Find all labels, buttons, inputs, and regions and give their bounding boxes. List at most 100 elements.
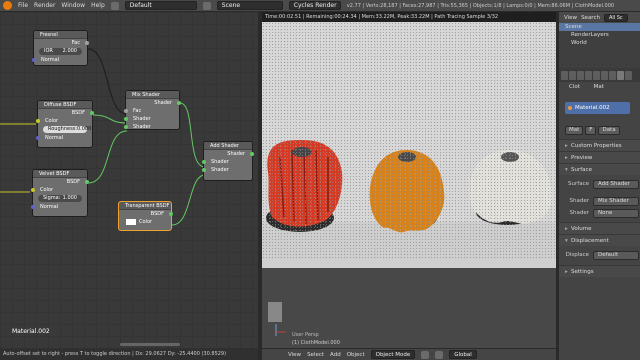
outliner-menu-view[interactable]: View (564, 15, 577, 21)
menu-render[interactable]: Render (34, 2, 55, 9)
viewport-menu-add[interactable]: Add (330, 352, 341, 358)
panel-preview[interactable]: ▸ Preview (559, 151, 640, 163)
velvet-normal-input[interactable]: Normal (31, 203, 87, 211)
panel-settings[interactable]: ▸ Settings (559, 265, 640, 277)
add-shader-node[interactable]: Add Shader Shader Shader Shader (202, 141, 254, 181)
normal-input-socket[interactable] (32, 58, 36, 62)
viewport-menu-select[interactable]: Select (307, 352, 324, 358)
transform-gizmo[interactable] (266, 302, 286, 336)
diffuse-normal-input[interactable]: Normal (36, 134, 92, 142)
shader2-dropdown[interactable]: None (593, 208, 639, 218)
fresnel-fac-output[interactable]: Fac (34, 39, 89, 47)
menu-window[interactable]: Window (61, 2, 85, 9)
surface-dropdown[interactable]: Add Shader (593, 179, 639, 189)
bsdf-output-socket[interactable] (85, 180, 89, 184)
fresnel-normal-input[interactable]: Normal (32, 56, 87, 64)
roughness-field[interactable]: Roughness: 0.000 (43, 126, 91, 133)
velvet-bsdf-output[interactable]: BSDF (33, 178, 89, 186)
node-editor[interactable]: Fresnel Fac IOR 2.000 Normal Diffuse BSDF… (0, 12, 258, 348)
shader-input-socket[interactable] (202, 160, 206, 164)
menu-file[interactable]: File (18, 2, 28, 9)
mix-shader2-input[interactable]: Shader (124, 123, 179, 131)
panel-custom-properties[interactable]: ▸ Custom Properties (559, 139, 640, 151)
shader-dropdown[interactable]: Mix Shader (593, 196, 639, 206)
data-tab-icon[interactable] (609, 70, 616, 80)
panel-surface[interactable]: ▾ Surface (559, 163, 640, 175)
mix-shader-node[interactable]: Mix Shader Shader Fac Shader Shader (124, 90, 181, 131)
shader-output-socket[interactable] (177, 101, 181, 105)
screen-layout-icon[interactable] (110, 1, 119, 10)
add-shader2-input[interactable]: Shader (202, 166, 252, 174)
shader-input-socket[interactable] (124, 125, 128, 129)
transparent-bsdf-node[interactable]: Transparent BSDF BSDF Color (118, 201, 173, 231)
panel-volume[interactable]: ▸ Volume (559, 222, 640, 234)
fac-output-socket[interactable] (85, 41, 89, 45)
normal-input-socket[interactable] (36, 136, 40, 140)
shader-output-socket[interactable] (250, 152, 254, 156)
fac-input-socket[interactable] (124, 109, 128, 113)
outliner[interactable]: View Search All Sc Scene RenderLayers Wo… (559, 12, 640, 68)
add-shader1-input[interactable]: Shader (202, 158, 252, 166)
material-sphere-icon (568, 106, 572, 110)
outliner-filter-dropdown[interactable]: All Sc (603, 13, 628, 22)
blender-logo-icon[interactable] (3, 1, 12, 10)
velvet-bsdf-node[interactable]: Velvet BSDF BSDF Color Sigma: 1.000 Norma… (31, 169, 89, 217)
color-input-socket[interactable] (36, 119, 40, 123)
diffuse-color-input[interactable]: Color (36, 117, 92, 125)
layers-tab-icon[interactable] (569, 70, 576, 80)
top-header: File Render Window Help Default Scene Cy… (0, 0, 640, 12)
outliner-item-scene[interactable]: Scene (559, 23, 640, 31)
material-slot[interactable]: Material.002 (565, 102, 630, 114)
menu-help[interactable]: Help (91, 2, 105, 9)
modifiers-tab-icon[interactable] (601, 70, 608, 80)
mode-dropdown[interactable]: Object Mode (370, 350, 416, 359)
scene-dropdown[interactable]: Scene (216, 1, 283, 10)
shader-input-socket[interactable] (202, 168, 206, 172)
scene-tab-icon[interactable] (577, 70, 584, 80)
3d-viewport[interactable]: Time:00:02.51 | Remaining:00:24.34 | Mem… (262, 12, 556, 348)
material-tab-icon[interactable] (617, 70, 624, 80)
orientation-dropdown[interactable]: Global (449, 350, 477, 359)
render-engine-dropdown[interactable]: Cycles Render (288, 1, 341, 10)
diffuse-bsdf-node[interactable]: Diffuse BSDF BSDF Color Roughness: 0.000 … (36, 100, 94, 148)
object-tab-icon[interactable] (593, 70, 600, 80)
bsdf-output-socket[interactable] (90, 111, 94, 115)
render-tab-icon[interactable] (561, 70, 568, 80)
outliner-item-world[interactable]: World (559, 39, 640, 47)
material-browse-button[interactable]: Mat (565, 126, 584, 135)
add-shader-output[interactable]: Shader (204, 150, 254, 158)
pivot-icon[interactable] (435, 350, 444, 359)
screen-layout-dropdown[interactable]: Default (124, 1, 197, 10)
fresnel-node[interactable]: Fresnel Fac IOR 2.000 Normal (32, 30, 89, 66)
horizontal-scrollbar[interactable] (120, 343, 180, 346)
properties-editor[interactable]: Clot Mat Material.002 Mat F Data ▸ Custom… (559, 68, 640, 360)
velvet-color-input[interactable]: Color (31, 186, 87, 194)
transparent-color-input[interactable]: Color (119, 218, 171, 226)
bsdf-output-socket[interactable] (169, 212, 173, 216)
viewport-menu-view[interactable]: View (288, 352, 301, 358)
mix-shader-output[interactable]: Shader (126, 99, 181, 107)
color-swatch[interactable] (126, 218, 136, 225)
outliner-item-renderlayers[interactable]: RenderLayers (559, 31, 640, 39)
shading-icon[interactable] (421, 350, 430, 359)
rendered-view[interactable] (262, 22, 556, 268)
displace-dropdown[interactable]: Default (593, 250, 639, 260)
viewport-menu-object[interactable]: Object (347, 352, 365, 358)
sigma-value: 1.000 (62, 195, 77, 201)
sigma-field[interactable]: Sigma: 1.000 (38, 195, 82, 202)
mix-shader1-input[interactable]: Shader (124, 115, 179, 123)
normal-input-socket[interactable] (31, 205, 35, 209)
link-data-dropdown[interactable]: Data (598, 126, 620, 135)
panel-displacement[interactable]: ▾ Displacement (559, 234, 640, 246)
fake-user-button[interactable]: F (585, 126, 597, 135)
world-tab-icon[interactable] (585, 70, 592, 80)
mix-fac-input[interactable]: Fac (124, 107, 179, 115)
outliner-menu-search[interactable]: Search (581, 15, 600, 21)
shader-input-socket[interactable] (124, 117, 128, 121)
scene-icon[interactable] (202, 1, 211, 10)
ior-field[interactable]: IOR 2.000 (39, 48, 82, 55)
transparent-bsdf-output[interactable]: BSDF (119, 210, 173, 218)
diffuse-bsdf-output[interactable]: BSDF (38, 109, 94, 117)
texture-tab-icon[interactable] (625, 70, 632, 80)
color-input-socket[interactable] (31, 188, 35, 192)
